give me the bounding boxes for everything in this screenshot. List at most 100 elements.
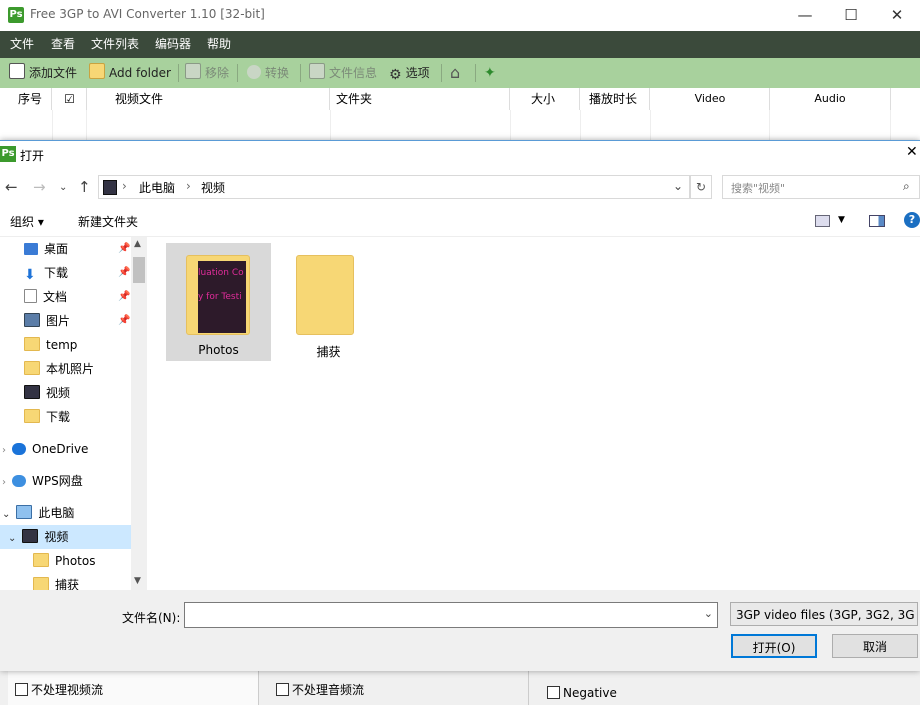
nav-item-photos[interactable]: Photos [33, 549, 95, 573]
nav-item-pictures[interactable]: 图片 📌 [24, 309, 130, 333]
back-arrow-icon[interactable]: ← [5, 178, 18, 196]
file-type-select[interactable]: 3GP video files (3GP, 3G2, 3G [730, 602, 918, 626]
col-video-file[interactable]: 视频文件 [87, 88, 330, 110]
checkbox-box [276, 683, 289, 696]
table-cell [0, 110, 53, 140]
nav-item-temp[interactable]: temp [24, 333, 77, 357]
col-audio[interactable]: Audio [770, 88, 891, 110]
app-logo-icon: Ps [8, 7, 24, 23]
menu-file-list[interactable]: 文件列表 [91, 31, 139, 58]
nav-item-downloads[interactable]: ⬇ 下载 📌 [24, 261, 130, 285]
toolbar-divider [300, 64, 301, 82]
document-icon [24, 289, 37, 303]
no-video-checkbox[interactable]: 不处理视频流 [15, 681, 103, 698]
computer-icon [16, 505, 33, 519]
command-bar: 组织 ▾ 新建文件夹 ▼ ? [0, 206, 920, 237]
options-button[interactable]: ⚙ 选项 [389, 58, 430, 88]
nav-item-videos-quick[interactable]: 视频 [24, 381, 70, 405]
col-index[interactable]: 序号 [0, 88, 52, 110]
scrollbar-thumb[interactable] [133, 257, 145, 283]
convert-button[interactable]: 转换 [247, 58, 289, 88]
cancel-button[interactable]: 取消 [832, 634, 918, 658]
view-mode-dropdown-icon[interactable]: ▼ [838, 215, 845, 225]
expand-chevron-icon[interactable]: › [2, 445, 6, 456]
pin-icon: 📌 [118, 267, 131, 278]
breadcrumb-videos[interactable]: 视频 [201, 179, 225, 196]
cloud-icon [12, 475, 26, 487]
col-size[interactable]: 大小 [511, 88, 580, 110]
add-file-button[interactable]: 添加文件 [9, 58, 77, 88]
recent-locations-chevron-icon[interactable]: ⌄ [59, 182, 67, 193]
table-cell [651, 110, 770, 140]
up-arrow-icon[interactable]: ↑ [78, 178, 91, 196]
scroll-down-icon[interactable]: ▼ [134, 576, 141, 586]
organize-button[interactable]: 组织 ▾ [10, 213, 44, 230]
file-name-label: 文件名(N): [122, 611, 181, 625]
menu-view[interactable]: 查看 [51, 31, 75, 58]
open-file-dialog: Ps 打开 ✕ ← → ⌄ ↑ › 此电脑 › 视频 ⌄ ↻ 搜索"视频" ⌕ … [0, 140, 920, 671]
nav-item-onedrive[interactable]: › OneDrive [0, 437, 88, 461]
video-folder-icon [22, 529, 39, 543]
col-check[interactable]: ☑ [53, 88, 87, 110]
remove-button[interactable]: 移除 [185, 58, 229, 88]
table-cell [53, 110, 87, 140]
collapse-chevron-icon[interactable]: ⌄ [2, 509, 10, 520]
new-folder-button[interactable]: 新建文件夹 [78, 213, 138, 230]
close-button[interactable]: ✕ [874, 0, 920, 31]
nav-item-desktop[interactable]: 桌面 📌 [24, 237, 130, 261]
pin-icon[interactable]: ✦ [484, 58, 496, 88]
nav-item-this-pc[interactable]: ⌄ 此电脑 [0, 501, 74, 525]
divider [528, 670, 529, 705]
address-bar[interactable]: › 此电脑 › 视频 ⌄ [98, 175, 690, 199]
add-folder-button[interactable]: Add folder [89, 58, 171, 88]
menu-help[interactable]: 帮助 [207, 31, 231, 58]
open-button[interactable]: 打开(O) [731, 634, 817, 658]
nav-scrollbar[interactable]: ▲ ▼ [131, 237, 147, 590]
dialog-close-button[interactable]: ✕ [906, 145, 920, 159]
preview-pane-icon[interactable] [869, 215, 885, 227]
menu-file[interactable]: 文件 [10, 31, 34, 58]
info-icon [309, 63, 325, 79]
negative-checkbox[interactable]: Negative [547, 686, 617, 700]
col-duration[interactable]: 播放时长 [581, 88, 650, 110]
chevron-down-icon[interactable]: ⌄ [704, 607, 713, 620]
minimize-button[interactable]: — [782, 0, 828, 31]
file-info-button[interactable]: 文件信息 [309, 58, 377, 88]
breadcrumb-separator-icon: › [186, 179, 191, 193]
home-icon[interactable]: ⌂ [450, 58, 460, 88]
file-view: luation Co y for Testi Photos 捕获 [150, 237, 920, 590]
nav-item-downloads-folder[interactable]: 下载 [24, 405, 70, 429]
menu-encoder[interactable]: 编码器 [155, 31, 191, 58]
refresh-icon[interactable]: ↻ [690, 175, 712, 199]
forward-arrow-icon[interactable]: → [33, 178, 46, 196]
maximize-button[interactable]: ☐ [828, 0, 874, 31]
gear-icon: ⚙ [389, 67, 402, 83]
nav-item-local-photos[interactable]: 本机照片 [24, 357, 94, 381]
folder-tile-capture[interactable]: 捕获 [276, 243, 381, 361]
file-name-input[interactable]: ⌄ [184, 602, 718, 628]
nav-item-wps-drive[interactable]: › WPS网盘 [0, 469, 83, 493]
col-folder[interactable]: 文件夹 [331, 88, 510, 110]
desktop-icon [24, 243, 38, 255]
folder-tile-photos[interactable]: luation Co y for Testi Photos [166, 243, 271, 361]
no-audio-checkbox[interactable]: 不处理音频流 [276, 681, 364, 698]
help-icon[interactable]: ? [904, 212, 920, 228]
breadcrumb-this-pc[interactable]: 此电脑 [139, 179, 175, 196]
col-video[interactable]: Video [651, 88, 770, 110]
checkbox-box [15, 683, 28, 696]
search-box[interactable]: 搜索"视频" ⌕ [722, 175, 920, 199]
collapse-chevron-icon[interactable]: ⌄ [8, 533, 16, 544]
scroll-up-icon[interactable]: ▲ [134, 239, 141, 249]
expand-chevron-icon[interactable]: › [2, 477, 6, 488]
dialog-title: 打开 [20, 149, 45, 163]
view-mode-icon[interactable] [815, 215, 830, 227]
toolbar-divider [178, 64, 179, 82]
address-dropdown-icon[interactable]: ⌄ [673, 179, 683, 193]
nav-item-videos-selected[interactable]: ⌄ 视频 [0, 525, 131, 549]
file-list-header: 序号 ☑ 视频文件 文件夹 大小 播放时长 Video Audio [0, 88, 920, 111]
nav-item-documents[interactable]: 文档 📌 [24, 285, 130, 309]
dialog-app-icon: Ps [0, 146, 16, 162]
folder-label: Photos [198, 343, 239, 357]
nav-item-capture[interactable]: 捕获 [33, 573, 79, 590]
file-list-body[interactable] [0, 110, 920, 140]
